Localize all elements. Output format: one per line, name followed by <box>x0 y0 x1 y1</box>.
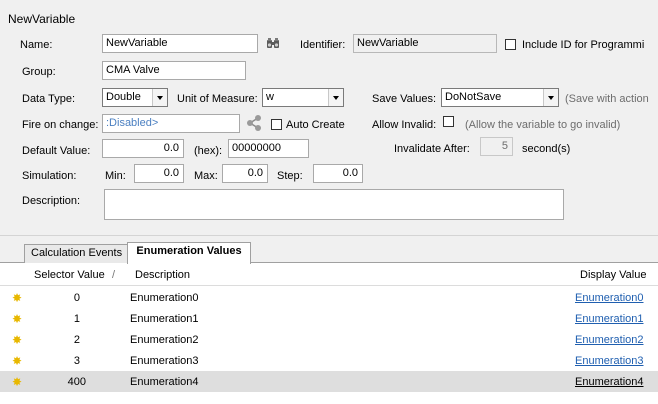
row-selector-value: 3 <box>73 355 80 367</box>
identifier-label: Identifier: <box>300 39 346 51</box>
hex-label: (hex): <box>194 145 223 157</box>
data-type-label: Data Type: <box>22 93 75 105</box>
name-field[interactable]: NewVariable <box>102 34 258 53</box>
share-icon[interactable] <box>245 114 263 132</box>
unit-select[interactable]: w <box>262 88 344 107</box>
binoculars-icon[interactable] <box>266 37 280 49</box>
allow-invalid-checkbox[interactable] <box>443 116 454 127</box>
row-description: Enumeration4 <box>130 376 199 388</box>
table-row[interactable]: ✸ 2 Enumeration2 Enumeration2 <box>0 329 658 350</box>
auto-create-checkbox[interactable] <box>271 119 282 130</box>
invalidate-after-unit: second(s) <box>522 143 571 155</box>
row-description: Enumeration1 <box>130 313 199 325</box>
chevron-down-icon <box>152 89 167 106</box>
star-icon: ✸ <box>11 312 23 326</box>
table-row[interactable]: ✸ 1 Enumeration1 Enumeration1 <box>0 308 658 329</box>
bottom-panel: Calculation Events Enumeration Values Se… <box>0 236 658 404</box>
unit-label: Unit of Measure: <box>177 93 258 105</box>
row-display-value-link[interactable]: Enumeration2 <box>575 333 644 347</box>
min-label: Min: <box>105 170 126 182</box>
save-values-label: Save Values: <box>372 93 437 105</box>
include-id-label: Include ID for Programmi <box>522 39 645 51</box>
fire-on-change-label: Fire on change: <box>22 119 99 131</box>
data-type-value: Double <box>106 91 141 103</box>
default-value-label: Default Value: <box>22 145 91 157</box>
table-row[interactable]: ✸ 0 Enumeration0 Enumeration0 <box>0 287 658 308</box>
save-values-select[interactable]: DoNotSave <box>441 88 559 107</box>
row-display-value-link[interactable]: Enumeration1 <box>575 312 644 326</box>
invalidate-after-field[interactable]: 5 <box>480 137 513 156</box>
max-field[interactable]: 0.0 <box>222 164 268 183</box>
column-header-description[interactable]: Description <box>135 268 190 282</box>
name-label: Name: <box>20 39 53 51</box>
fire-on-change-field[interactable]: :Disabled> <box>102 114 240 133</box>
include-id-checkbox[interactable] <box>505 39 516 50</box>
tab-enumeration-values[interactable]: Enumeration Values <box>127 242 251 264</box>
column-header-display-value[interactable]: Display Value <box>580 268 646 282</box>
invalidate-after-label: Invalidate After: <box>394 143 470 155</box>
step-field[interactable]: 0.0 <box>313 164 363 183</box>
min-field[interactable]: 0.0 <box>134 164 184 183</box>
chevron-down-icon <box>543 89 558 106</box>
row-display-value-link[interactable]: Enumeration4 <box>575 375 644 389</box>
default-value-field[interactable]: 0.0 <box>102 139 184 158</box>
star-icon: ✸ <box>11 375 23 389</box>
star-icon: ✸ <box>11 354 23 368</box>
row-selector-value: 1 <box>73 313 80 325</box>
grid-header: Selector Value / Description Display Val… <box>0 264 658 286</box>
row-display-value-link[interactable]: Enumeration3 <box>575 354 644 368</box>
row-description: Enumeration2 <box>130 334 199 346</box>
unit-value: w <box>266 91 274 103</box>
description-label: Description: <box>22 195 81 207</box>
allow-invalid-hint: (Allow the variable to go invalid) <box>465 119 621 131</box>
max-label: Max: <box>194 170 218 182</box>
save-values-value: DoNotSave <box>445 91 502 103</box>
row-description: Enumeration0 <box>130 292 199 304</box>
sort-indicator-icon: / <box>112 269 116 281</box>
step-label: Step: <box>277 170 303 182</box>
chevron-down-icon <box>328 89 343 106</box>
row-description: Enumeration3 <box>130 355 199 367</box>
window-title: NewVariable <box>8 12 76 26</box>
group-label: Group: <box>22 66 56 78</box>
auto-create-label: Auto Create <box>286 119 345 131</box>
description-field[interactable] <box>104 189 564 220</box>
column-header-selector-value[interactable]: Selector Value <box>34 268 105 282</box>
identifier-field[interactable]: NewVariable <box>353 34 497 53</box>
hex-field[interactable]: 00000000 <box>228 139 309 158</box>
save-values-hint: (Save with action <box>565 93 649 105</box>
row-selector-value: 0 <box>73 292 80 304</box>
table-row[interactable]: ✸ 3 Enumeration3 Enumeration3 <box>0 350 658 371</box>
data-type-select[interactable]: Double <box>102 88 168 107</box>
star-icon: ✸ <box>11 291 23 305</box>
variable-properties-panel: NewVariable Name: NewVariable Identifier… <box>0 0 658 236</box>
simulation-label: Simulation: <box>22 170 77 182</box>
table-row-selected[interactable]: ✸ 400 Enumeration4 Enumeration4 <box>0 371 658 392</box>
row-selector-value: 2 <box>73 334 80 346</box>
row-display-value-link[interactable]: Enumeration0 <box>575 291 644 305</box>
group-field[interactable]: CMA Valve <box>102 61 246 80</box>
allow-invalid-label: Allow Invalid: <box>372 119 437 131</box>
tab-strip: Calculation Events Enumeration Values <box>0 236 658 264</box>
star-icon: ✸ <box>11 333 23 347</box>
tab-calculation-events[interactable]: Calculation Events <box>24 244 129 263</box>
row-selector-value: 400 <box>67 376 86 388</box>
